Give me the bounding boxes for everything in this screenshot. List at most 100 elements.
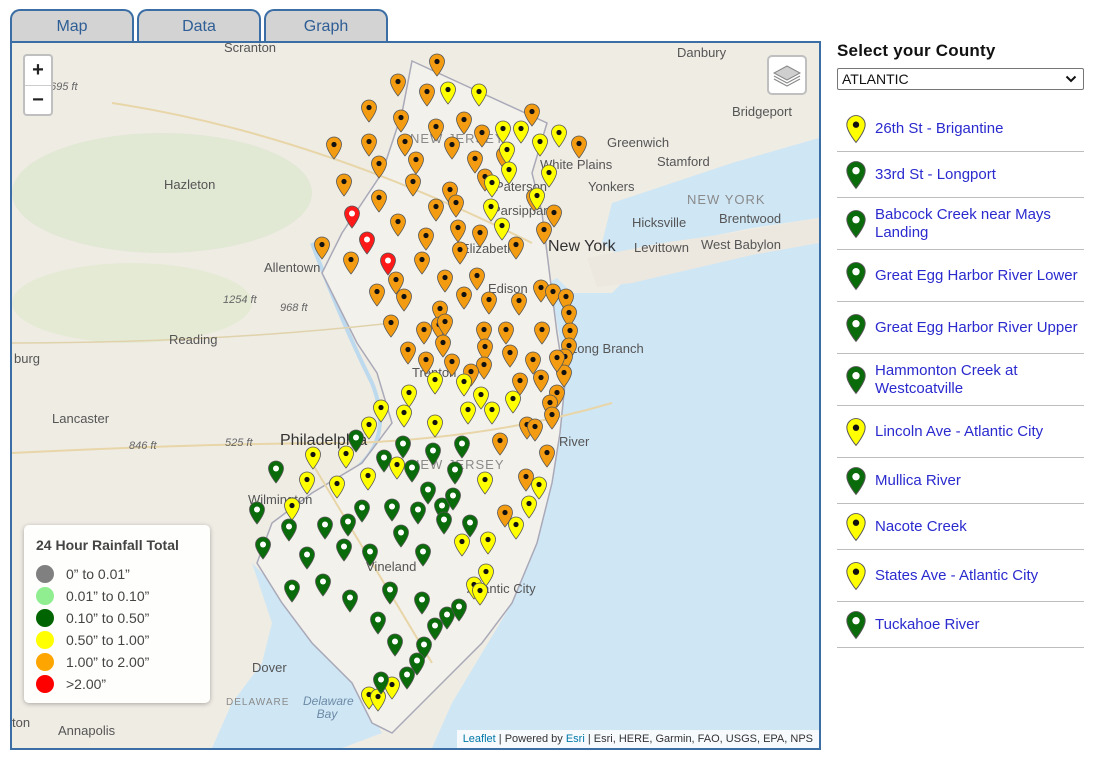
station-marker-green[interactable] [314, 573, 332, 597]
station-marker-green[interactable] [280, 518, 298, 542]
station-marker-yellow[interactable] [540, 164, 558, 188]
station-marker-orange[interactable] [360, 99, 378, 123]
station-marker-red[interactable] [379, 252, 397, 276]
station-marker-yellow[interactable] [531, 133, 549, 157]
station-marker-orange[interactable] [413, 251, 431, 275]
station-marker-green[interactable] [413, 591, 431, 615]
station-marker-green[interactable] [335, 538, 353, 562]
station-marker-green[interactable] [386, 633, 404, 657]
station-marker-yellow[interactable] [483, 401, 501, 425]
station-marker-orange[interactable] [370, 189, 388, 213]
station-marker-orange[interactable] [443, 136, 461, 160]
station-marker-orange[interactable] [407, 151, 425, 175]
station-marker-green[interactable] [450, 598, 468, 622]
station-marker-yellow[interactable] [459, 401, 477, 425]
station-marker-green[interactable] [375, 449, 393, 473]
station-marker-orange[interactable] [428, 53, 446, 77]
station-marker-orange[interactable] [382, 314, 400, 338]
station-marker-orange[interactable] [418, 83, 436, 107]
station-item[interactable]: States Ave - Atlantic City [837, 550, 1084, 602]
station-marker-green[interactable] [372, 671, 390, 695]
station-marker-orange[interactable] [447, 194, 465, 218]
station-marker-green[interactable] [341, 589, 359, 613]
station-marker-green[interactable] [461, 514, 479, 538]
tab-graph[interactable]: Graph [264, 9, 388, 43]
station-marker-orange[interactable] [455, 111, 473, 135]
station-marker-orange[interactable] [543, 406, 561, 430]
station-marker-green[interactable] [383, 498, 401, 522]
station-marker-green[interactable] [298, 546, 316, 570]
station-item[interactable]: Great Egg Harbor River Upper [837, 302, 1084, 354]
station-marker-orange[interactable] [404, 173, 422, 197]
layers-button[interactable] [767, 55, 807, 95]
station-marker-yellow[interactable] [504, 390, 522, 414]
station-item[interactable]: 33rd St - Longport [837, 152, 1084, 198]
station-marker-orange[interactable] [449, 219, 467, 243]
station-marker-green[interactable] [369, 611, 387, 635]
station-marker-orange[interactable] [501, 344, 519, 368]
station-marker-yellow[interactable] [470, 83, 488, 107]
station-marker-orange[interactable] [368, 283, 386, 307]
station-marker-yellow[interactable] [479, 531, 497, 555]
station-marker-orange[interactable] [497, 321, 515, 345]
station-marker-green[interactable] [353, 499, 371, 523]
esri-link[interactable]: Esri [566, 733, 585, 745]
station-item[interactable]: Great Egg Harbor River Lower [837, 250, 1084, 302]
station-marker-orange[interactable] [538, 444, 556, 468]
station-marker-orange[interactable] [415, 321, 433, 345]
station-marker-green[interactable] [248, 501, 266, 525]
station-marker-red[interactable] [343, 205, 361, 229]
station-marker-yellow[interactable] [483, 174, 501, 198]
station-marker-green[interactable] [347, 429, 365, 453]
station-marker-orange[interactable] [480, 291, 498, 315]
station-marker-orange[interactable] [427, 198, 445, 222]
station-marker-green[interactable] [283, 579, 301, 603]
station-marker-orange[interactable] [392, 109, 410, 133]
station-item[interactable]: 26th St - Brigantine [837, 106, 1084, 152]
station-marker-green[interactable] [403, 459, 421, 483]
county-select[interactable]: ATLANTIC [837, 68, 1084, 90]
station-marker-orange[interactable] [370, 155, 388, 179]
station-item[interactable]: Mullica River [837, 458, 1084, 504]
station-marker-orange[interactable] [360, 133, 378, 157]
station-marker-green[interactable] [414, 543, 432, 567]
station-marker-orange[interactable] [313, 236, 331, 260]
station-marker-green[interactable] [361, 543, 379, 567]
station-item[interactable]: Lincoln Ave - Atlantic City [837, 406, 1084, 458]
station-item[interactable]: Nacote Creek [837, 504, 1084, 550]
station-marker-yellow[interactable] [426, 371, 444, 395]
station-item[interactable]: Hammonton Creek at Westcoatville [837, 354, 1084, 406]
station-marker-green[interactable] [424, 442, 442, 466]
station-marker-green[interactable] [381, 581, 399, 605]
station-marker-orange[interactable] [526, 418, 544, 442]
station-marker-green[interactable] [444, 487, 462, 511]
station-marker-orange[interactable] [417, 227, 435, 251]
zoom-in-button[interactable]: + [25, 56, 51, 85]
rainfall-map[interactable]: Scranton Danbury Bridgeport Greenwich St… [10, 41, 821, 750]
station-marker-green[interactable] [392, 524, 410, 548]
station-marker-green[interactable] [435, 511, 453, 535]
station-marker-orange[interactable] [436, 269, 454, 293]
station-marker-orange[interactable] [389, 213, 407, 237]
tab-data[interactable]: Data [137, 9, 261, 43]
station-marker-orange[interactable] [395, 288, 413, 312]
station-marker-orange[interactable] [570, 135, 588, 159]
station-marker-orange[interactable] [455, 286, 473, 310]
station-marker-orange[interactable] [451, 241, 469, 265]
station-marker-yellow[interactable] [550, 124, 568, 148]
station-marker-green[interactable] [394, 435, 412, 459]
station-marker-orange[interactable] [335, 173, 353, 197]
station-marker-orange[interactable] [548, 349, 566, 373]
station-marker-yellow[interactable] [500, 161, 518, 185]
station-marker-yellow[interactable] [493, 217, 511, 241]
station-marker-green[interactable] [409, 501, 427, 525]
station-marker-orange[interactable] [473, 124, 491, 148]
station-item[interactable]: Babcock Creek near Mays Landing [837, 198, 1084, 250]
station-marker-yellow[interactable] [528, 187, 546, 211]
station-item[interactable]: Tuckahoe River [837, 602, 1084, 648]
station-marker-green[interactable] [267, 460, 285, 484]
leaflet-link[interactable]: Leaflet [463, 733, 496, 745]
station-marker-yellow[interactable] [395, 404, 413, 428]
zoom-out-button[interactable]: − [25, 85, 51, 114]
station-marker-orange[interactable] [471, 224, 489, 248]
